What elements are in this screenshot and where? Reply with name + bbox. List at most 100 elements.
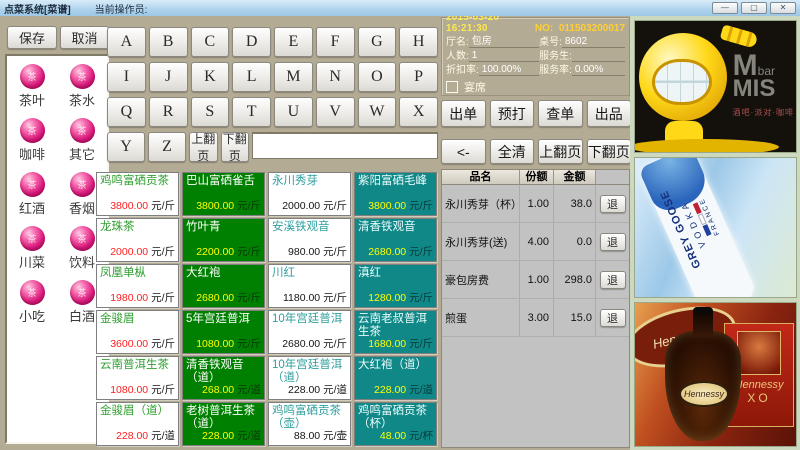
- menu-item-price: 228.00 元/道: [186, 431, 261, 443]
- refund-button[interactable]: 退: [600, 195, 626, 213]
- action-button[interactable]: 预打: [490, 100, 535, 127]
- letter-key[interactable]: J: [149, 62, 188, 92]
- menu-item[interactable]: 老树普洱生茶（道） 228.00 元/道: [182, 402, 265, 446]
- column-header-amount: 金额: [554, 170, 596, 185]
- category-item[interactable]: 茶 川菜: [7, 226, 57, 271]
- refund-button[interactable]: 退: [600, 233, 626, 251]
- menu-item[interactable]: 鸡鸣富硒贡茶（壶） 88.00 元/壶: [268, 402, 351, 446]
- letter-key[interactable]: A: [107, 27, 146, 57]
- menu-item-price-value: 228.00: [202, 430, 234, 442]
- menu-item[interactable]: 清香铁观音（道） 268.00 元/道: [182, 356, 265, 400]
- letter-key[interactable]: G: [358, 27, 397, 57]
- action-button[interactable]: 上翻页: [538, 139, 583, 164]
- letter-key[interactable]: X: [399, 97, 438, 127]
- letter-key[interactable]: I: [107, 62, 146, 92]
- order-row[interactable]: 豪包房费 1.00 298.0 退: [442, 261, 629, 299]
- refund-button[interactable]: 退: [600, 271, 626, 289]
- menu-item[interactable]: 5年宫廷普洱 1080.00 元/斤: [182, 310, 265, 354]
- letter-key[interactable]: O: [358, 62, 397, 92]
- letter-key[interactable]: R: [149, 97, 188, 127]
- letter-key[interactable]: V: [316, 97, 355, 127]
- action-button[interactable]: 出品: [587, 100, 632, 127]
- menu-item[interactable]: 金骏眉 3600.00 元/斤: [96, 310, 179, 354]
- menu-item-price-value: 3600.00: [110, 338, 148, 350]
- cognac-bottle-label: Hennessy: [679, 381, 729, 407]
- letter-key[interactable]: S: [191, 97, 230, 127]
- category-item[interactable]: 茶 咖啡: [7, 118, 57, 163]
- letter-key[interactable]: D: [232, 27, 271, 57]
- category-item[interactable]: 茶 其它: [57, 118, 107, 163]
- letter-key[interactable]: Q: [107, 97, 146, 127]
- category-panel: 茶 茶叶 茶 茶水 茶 咖啡 茶 其它 茶 红酒 茶 香烟 茶 川菜 茶: [5, 54, 109, 444]
- letter-keyboard: ABCDEFGH IJKLMNOP QRSTUVWX YZ 上翻页 下翻页: [107, 27, 438, 162]
- letter-key[interactable]: L: [232, 62, 271, 92]
- menu-item[interactable]: 紫阳富硒毛峰 3800.00 元/斤: [354, 172, 437, 216]
- letter-key[interactable]: Z: [148, 132, 186, 162]
- menu-item[interactable]: 10年宫廷普洱 2680.00 元/斤: [268, 310, 351, 354]
- letter-key[interactable]: B: [149, 27, 188, 57]
- menu-item[interactable]: 大红袍（道） 228.00 元/道: [354, 356, 437, 400]
- menu-item-price: 1280.00 元/斤: [358, 293, 433, 305]
- menu-item[interactable]: 安溪铁观音 980.00 元/斤: [268, 218, 351, 262]
- action-button[interactable]: 全清: [490, 139, 535, 164]
- order-row[interactable]: 煎蛋 3.00 15.0 退: [442, 299, 629, 337]
- refund-button[interactable]: 退: [600, 309, 626, 327]
- menu-item[interactable]: 金骏眉（道） 228.00 元/道: [96, 402, 179, 446]
- menu-item-price-unit: 元/斤: [409, 200, 433, 212]
- search-input[interactable]: [252, 132, 438, 159]
- letter-key[interactable]: H: [399, 27, 438, 57]
- menu-item[interactable]: 大红袍 2680.00 元/斤: [182, 264, 265, 308]
- menu-item-price: 2680.00 元/斤: [272, 339, 347, 351]
- cancel-button[interactable]: 取消: [60, 26, 109, 49]
- category-label: 咖啡: [7, 144, 57, 163]
- letter-key[interactable]: T: [232, 97, 271, 127]
- action-button[interactable]: 查单: [538, 100, 583, 127]
- maximize-icon[interactable]: ▢: [741, 2, 767, 14]
- letter-key[interactable]: C: [191, 27, 230, 57]
- letter-key[interactable]: P: [399, 62, 438, 92]
- category-item[interactable]: 茶 茶叶: [7, 64, 57, 109]
- save-button[interactable]: 保存: [7, 26, 57, 49]
- letter-key[interactable]: M: [274, 62, 313, 92]
- letter-key[interactable]: Y: [107, 132, 145, 162]
- menu-item-name: 云南普洱生茶: [100, 359, 175, 372]
- menu-item[interactable]: 川红 1180.00 元/斤: [268, 264, 351, 308]
- menu-item[interactable]: 竹叶青 2200.00 元/斤: [182, 218, 265, 262]
- menu-item[interactable]: 凤凰单枞 1980.00 元/斤: [96, 264, 179, 308]
- menu-item-price-unit: 元/斤: [323, 246, 347, 258]
- vodka-ad-image: GREY GOOSE VODKA FRANCE: [634, 157, 797, 298]
- letter-key[interactable]: U: [274, 97, 313, 127]
- action-button[interactable]: 下翻页: [587, 139, 632, 164]
- menu-item[interactable]: 10年宫廷普洱（道） 228.00 元/道: [268, 356, 351, 400]
- category-item[interactable]: 茶 小吃: [7, 280, 57, 325]
- menu-item[interactable]: 云南老叔普洱生茶 1680.00 元/斤: [354, 310, 437, 354]
- menu-item-price-unit: 元/斤: [323, 338, 347, 350]
- menu-item[interactable]: 清香铁观音 2680.00 元/斤: [354, 218, 437, 262]
- letter-key[interactable]: F: [316, 27, 355, 57]
- action-button[interactable]: <-: [441, 139, 486, 164]
- order-row[interactable]: 永川秀芽(送) 4.00 0.0 退: [442, 223, 629, 261]
- action-button[interactable]: 出单: [441, 100, 486, 127]
- menu-item[interactable]: 龙珠茶 2000.00 元/斤: [96, 218, 179, 262]
- banquet-checkbox[interactable]: [446, 81, 458, 93]
- close-icon[interactable]: ✕: [770, 2, 796, 14]
- menu-item[interactable]: 滇红 1280.00 元/斤: [354, 264, 437, 308]
- menu-item[interactable]: 巴山富硒雀舌 3800.00 元/斤: [182, 172, 265, 216]
- letter-key[interactable]: N: [316, 62, 355, 92]
- menu-item[interactable]: 鸡鸣富硒贡茶（杯） 48.00 元/杯: [354, 402, 437, 446]
- letter-key[interactable]: W: [358, 97, 397, 127]
- menu-item[interactable]: 云南普洱生茶 1080.00 元/斤: [96, 356, 179, 400]
- category-label: 川菜: [7, 252, 57, 271]
- letter-key[interactable]: K: [191, 62, 230, 92]
- letter-key[interactable]: E: [274, 27, 313, 57]
- menu-page-up-button[interactable]: 上翻页: [189, 132, 218, 162]
- menu-item[interactable]: 永川秀芽 2000.00 元/斤: [268, 172, 351, 216]
- category-item[interactable]: 茶 红酒: [7, 172, 57, 217]
- menu-item-price-value: 228.00: [288, 384, 320, 396]
- menu-page-down-button[interactable]: 下翻页: [221, 132, 250, 162]
- minimize-icon[interactable]: —: [712, 2, 738, 14]
- menu-item-price-value: 2680.00: [282, 338, 320, 350]
- menu-item[interactable]: 鸡鸣富硒贡茶 3800.00 元/斤: [96, 172, 179, 216]
- order-row[interactable]: 永川秀芽（杯） 1.00 38.0 退: [442, 185, 629, 223]
- category-item[interactable]: 茶 茶水: [57, 64, 107, 109]
